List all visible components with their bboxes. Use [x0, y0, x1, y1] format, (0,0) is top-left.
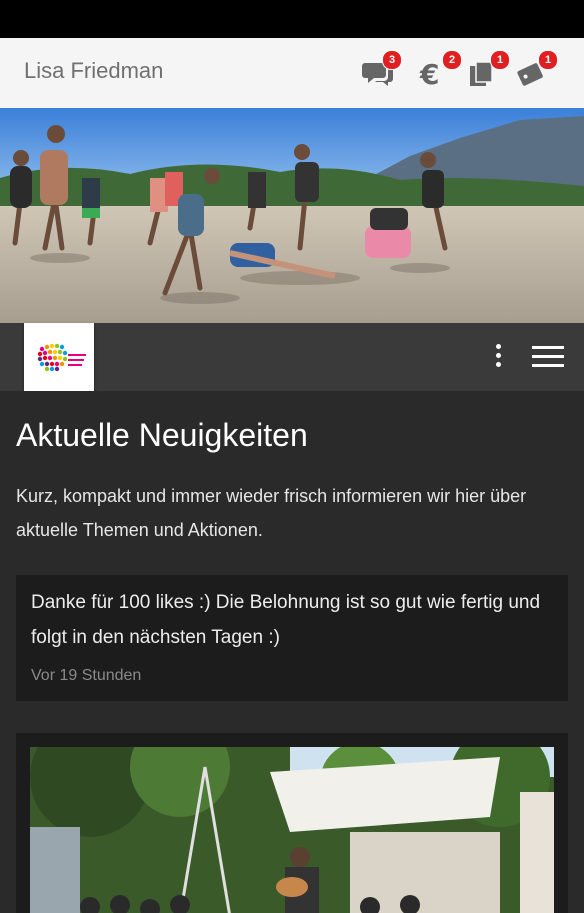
euro-icon: €	[419, 60, 439, 88]
dot	[495, 353, 501, 358]
status-bar	[0, 0, 584, 38]
news-photo	[30, 747, 554, 913]
user-name: Lisa Friedman	[24, 58, 164, 83]
hero-photo	[0, 108, 584, 323]
documents-button[interactable]: 1	[468, 50, 510, 90]
more-options-button[interactable]	[488, 341, 508, 373]
logo-dots-icon	[37, 343, 86, 372]
dot	[495, 362, 501, 367]
svg-text:€: €	[419, 60, 439, 88]
app-bar	[0, 323, 584, 391]
news-text: Danke für 100 likes :) Die Belohnung ist…	[31, 592, 541, 648]
news-content: Aktuelle Neuigkeiten Kurz, kompakt und i…	[0, 391, 584, 913]
page-title: Aktuelle Neuigkeiten	[16, 417, 308, 453]
payments-button[interactable]: € 2	[418, 50, 462, 90]
app-logo[interactable]	[24, 323, 94, 391]
news-card-image[interactable]	[16, 733, 568, 913]
badge: 1	[490, 50, 510, 70]
menu-line	[532, 364, 564, 367]
messages-button[interactable]: 3	[362, 50, 402, 90]
intro-text: Kurz, kompakt und immer wieder frisch in…	[16, 486, 527, 540]
top-bar: Lisa Friedman 3 € 2 1 1	[0, 38, 584, 108]
menu-line	[532, 355, 564, 358]
menu-button[interactable]	[532, 346, 564, 368]
menu-line	[532, 346, 564, 349]
tickets-button[interactable]: 1	[516, 50, 558, 90]
news-timestamp: Vor 19 Stunden	[31, 667, 142, 684]
badge: 2	[442, 50, 462, 70]
badge: 1	[538, 50, 558, 70]
badge: 3	[382, 50, 402, 70]
news-card[interactable]: Danke für 100 likes :) Die Belohnung ist…	[16, 575, 568, 701]
dot	[495, 344, 501, 349]
